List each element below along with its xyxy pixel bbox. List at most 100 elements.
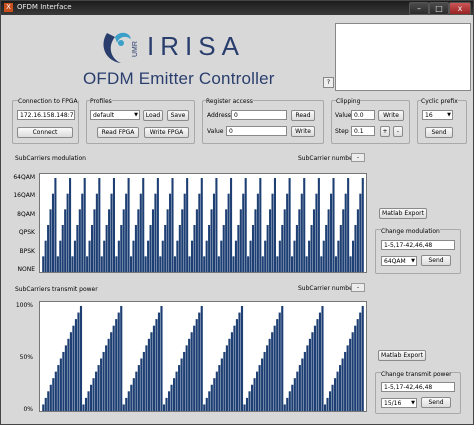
bar [69, 332, 72, 411]
clip-write-button[interactable]: Write [378, 110, 404, 121]
bar [154, 193, 157, 272]
bar [278, 240, 281, 272]
bar [115, 256, 118, 272]
bar [132, 240, 135, 272]
bar [173, 378, 176, 411]
power-select[interactable]: 15/16 ▼ [381, 398, 417, 408]
app-icon: X [4, 3, 13, 12]
bar [291, 384, 294, 411]
clipping-group [331, 100, 410, 144]
bar [291, 256, 294, 272]
close-button[interactable]: x [449, 2, 471, 15]
bar [73, 240, 76, 272]
power-range-input[interactable]: 1-5,17-42,46,48 [381, 382, 455, 392]
bar [183, 351, 186, 411]
bar [130, 384, 133, 411]
bar [310, 225, 313, 272]
register-write-button[interactable]: Write [291, 126, 315, 137]
bar [102, 351, 105, 411]
bar [54, 178, 57, 272]
bar [44, 240, 47, 272]
bar [100, 358, 103, 411]
connect-button[interactable]: Connect [17, 127, 73, 138]
bar [245, 397, 249, 411]
cyclic-prefix-send-button[interactable]: Send [425, 127, 453, 138]
bar [320, 256, 323, 272]
modulation-select[interactable]: 64QAM ▼ [381, 256, 417, 266]
bar [344, 193, 347, 272]
bar [76, 225, 79, 272]
chevron-down-icon: ▼ [411, 258, 415, 264]
irisa-logo: UMR IRISA [103, 31, 239, 63]
power-subcarrier-value: - [351, 283, 365, 292]
mod-send-button[interactable]: Send [421, 255, 451, 266]
bar [132, 378, 135, 411]
cyclic-prefix-select[interactable]: 16 ▼ [422, 110, 453, 120]
bar [59, 240, 62, 272]
value-input[interactable]: 0 [226, 126, 287, 136]
bar [120, 306, 123, 411]
save-button[interactable]: Save [167, 110, 189, 121]
bar [215, 178, 218, 272]
y-tick-label: 100% [15, 302, 33, 309]
bar [240, 306, 244, 411]
mod-matlab-export-button[interactable]: Matlab Export [379, 208, 427, 219]
minimize-button[interactable]: – [409, 2, 429, 15]
title-bar[interactable]: X OFDM Interface – □ x [1, 1, 473, 15]
bar [159, 256, 162, 272]
write-fpga-button[interactable]: Write FPGA [144, 127, 189, 138]
bar [288, 178, 291, 272]
bar [83, 178, 86, 272]
bar [160, 306, 163, 411]
clip-step-input[interactable]: 0.1 [351, 126, 375, 136]
clip-value-input[interactable]: 0.0 [351, 110, 375, 120]
bar [188, 256, 191, 272]
ip-address-input[interactable]: 172.16.158.148:7 [17, 110, 75, 120]
modulation-chart[interactable] [39, 173, 367, 273]
bar [151, 209, 155, 272]
address-input[interactable]: 0 [231, 110, 287, 120]
bar [220, 240, 223, 272]
maximize-button[interactable]: □ [429, 2, 449, 15]
bar [87, 391, 90, 411]
bar [171, 178, 174, 272]
bar [97, 365, 100, 411]
bar [149, 225, 152, 272]
bar [112, 325, 115, 411]
bar [157, 312, 161, 411]
bar [178, 225, 181, 272]
y-tick-label: 64QAM [13, 174, 35, 181]
read-fpga-button[interactable]: Read FPGA [97, 127, 139, 138]
power-matlab-export-button[interactable]: Matlab Export [378, 350, 426, 361]
page-title: OFDM Emitter Controller [83, 69, 275, 88]
help-button[interactable]: ? [323, 77, 334, 88]
mod-range-input[interactable]: 1-5,17-42,46,48 [381, 240, 455, 250]
bar [354, 325, 357, 411]
power-chart[interactable] [39, 301, 367, 412]
bar [208, 391, 211, 411]
bar [74, 319, 78, 411]
load-button[interactable]: Load [143, 110, 163, 121]
bar [315, 193, 318, 272]
register-read-button[interactable]: Read [291, 110, 315, 121]
bar [120, 225, 123, 272]
y-tick-label: 0% [23, 406, 33, 413]
bar [227, 193, 230, 272]
y-tick-label: 50% [19, 354, 33, 361]
bar [93, 209, 96, 272]
clip-minus-button[interactable]: - [393, 126, 403, 137]
bar [293, 378, 296, 411]
bar [242, 193, 245, 272]
bar [212, 193, 216, 272]
profile-select[interactable]: default ▼ [90, 110, 140, 120]
bar [225, 345, 228, 411]
bar [176, 240, 179, 272]
bar [283, 209, 286, 272]
power-send-button[interactable]: Send [421, 397, 451, 408]
bar [88, 240, 91, 272]
clip-plus-button[interactable]: + [380, 126, 390, 137]
bar [298, 365, 301, 411]
bar [71, 256, 74, 272]
bar [137, 209, 140, 272]
bar [170, 384, 173, 411]
